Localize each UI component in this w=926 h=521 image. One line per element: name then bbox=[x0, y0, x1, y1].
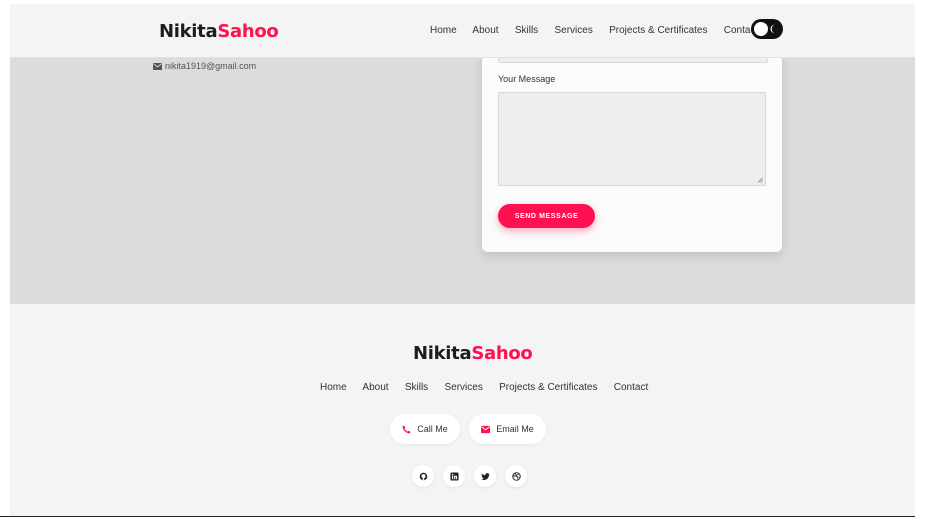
bottom-divider bbox=[0, 516, 915, 517]
phone-icon bbox=[402, 425, 411, 433]
footer-nav-services[interactable]: Services bbox=[444, 382, 482, 393]
footer-brand-first: Nikita bbox=[413, 343, 472, 364]
linkedin-link[interactable] bbox=[443, 465, 465, 487]
header-nav: Home About Skills Services Projects & Ce… bbox=[430, 25, 758, 36]
contact-email-text: nikita1919@gmail.com bbox=[165, 61, 257, 71]
send-message-button[interactable]: SEND MESSAGE bbox=[498, 204, 595, 228]
footer-nav-projects[interactable]: Projects & Certificates bbox=[499, 382, 597, 393]
footer-nav-skills[interactable]: Skills bbox=[405, 382, 428, 393]
footer-brand-logo[interactable]: NikitaSahoo bbox=[413, 343, 533, 364]
contact-section: nikita1919@gmail.com Your Message SEND M… bbox=[10, 52, 915, 304]
footer-nav-contact[interactable]: Contact bbox=[614, 382, 648, 393]
brand-first: Nikita bbox=[159, 21, 218, 42]
site-footer: NikitaSahoo Home About Skills Services P… bbox=[10, 304, 915, 517]
toggle-knob bbox=[754, 22, 768, 36]
dribbble-icon bbox=[511, 471, 521, 481]
social-links bbox=[412, 465, 527, 487]
nav-about[interactable]: About bbox=[472, 25, 498, 36]
brand-last: Sahoo bbox=[217, 21, 279, 42]
nav-services[interactable]: Services bbox=[554, 25, 592, 36]
email-me-button[interactable]: Email Me bbox=[469, 414, 546, 444]
call-me-button[interactable]: Call Me bbox=[390, 414, 460, 444]
contact-email[interactable]: nikita1919@gmail.com bbox=[153, 61, 256, 71]
message-textarea[interactable] bbox=[498, 92, 766, 186]
message-label: Your Message bbox=[498, 74, 556, 84]
footer-nav-home[interactable]: Home bbox=[320, 382, 347, 393]
resize-grip-icon[interactable] bbox=[757, 177, 763, 183]
github-link[interactable] bbox=[412, 465, 434, 487]
brand-logo[interactable]: NikitaSahoo bbox=[159, 21, 279, 42]
footer-brand-last: Sahoo bbox=[471, 343, 533, 364]
moon-icon bbox=[770, 24, 775, 34]
linkedin-icon bbox=[449, 471, 459, 481]
site-header: NikitaSahoo Home About Skills Services P… bbox=[10, 4, 915, 58]
theme-toggle[interactable] bbox=[751, 19, 783, 39]
footer-nav-about[interactable]: About bbox=[362, 382, 388, 393]
envelope-icon bbox=[481, 425, 491, 433]
call-me-label: Call Me bbox=[417, 424, 448, 434]
twitter-link[interactable] bbox=[474, 465, 496, 487]
nav-projects[interactable]: Projects & Certificates bbox=[609, 25, 707, 36]
email-me-label: Email Me bbox=[496, 424, 534, 434]
footer-nav: Home About Skills Services Projects & Ce… bbox=[320, 382, 648, 393]
contact-form-card: Your Message SEND MESSAGE bbox=[482, 52, 782, 252]
nav-home[interactable]: Home bbox=[430, 25, 457, 36]
dribbble-link[interactable] bbox=[505, 465, 527, 487]
github-icon bbox=[419, 472, 427, 480]
twitter-icon bbox=[480, 472, 490, 480]
page: NikitaSahoo Home About Skills Services P… bbox=[10, 4, 915, 517]
nav-skills[interactable]: Skills bbox=[515, 25, 538, 36]
envelope-icon bbox=[153, 62, 162, 70]
